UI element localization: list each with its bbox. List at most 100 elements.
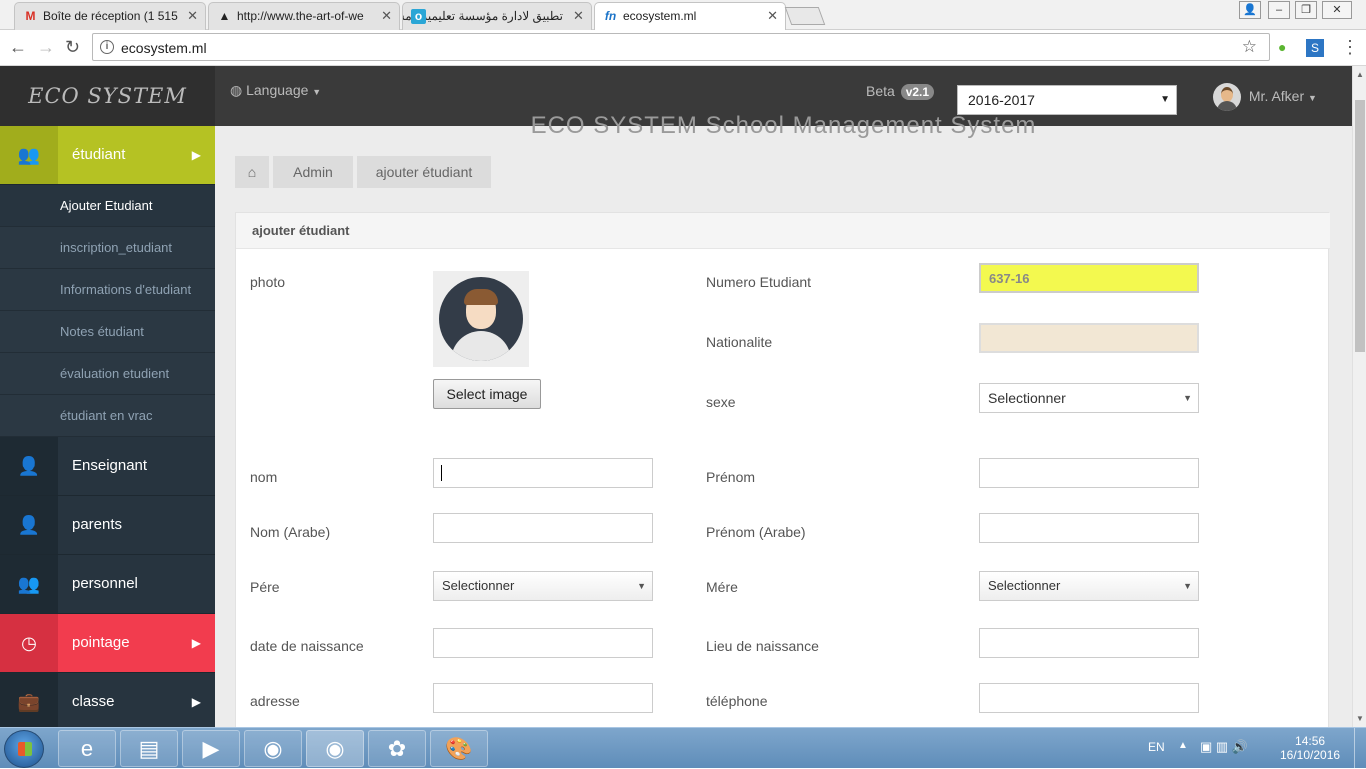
gmail-icon: M [25, 9, 36, 23]
close-icon[interactable]: ✕ [767, 3, 778, 29]
extension-icon[interactable]: ● [1278, 37, 1286, 57]
caret-down-icon: ▼ [637, 581, 646, 591]
media-player-icon[interactable]: ▶ [182, 730, 240, 767]
briefcase-icon: 💼 [0, 673, 58, 727]
nom-arabe-input[interactable] [433, 513, 653, 543]
info-icon[interactable]: i [100, 40, 114, 54]
user-name: Mr. Afker [1248, 88, 1305, 104]
sidebar-item-classe[interactable]: 💼 classe ▶ [0, 673, 215, 727]
telephone-label: téléphone [706, 693, 768, 709]
sidebar-sub-informations[interactable]: Informations d'etudiant [0, 269, 215, 311]
sidebar-sub-vrac[interactable]: étudiant en vrac [0, 395, 215, 437]
nom-label: nom [250, 469, 278, 485]
tray-expand-icon[interactable]: ▲ [1178, 740, 1188, 751]
close-icon[interactable]: ✕ [381, 3, 392, 29]
show-desktop-button[interactable] [1354, 728, 1366, 769]
paint-icon[interactable]: 🎨 [430, 730, 488, 767]
date-naissance-input[interactable] [433, 628, 653, 658]
sidebar-item-etudiant[interactable]: 👥 étudiant ▶ [0, 126, 215, 185]
back-icon[interactable]: ← [9, 37, 27, 57]
sexe-label: sexe [706, 394, 736, 410]
mere-value: Selectionner [988, 578, 1061, 593]
chevron-right-icon: ▶ [191, 695, 201, 709]
main-content: ECO SYSTEM School Management System ⌂ Ad… [215, 112, 1352, 727]
scroll-down-icon[interactable]: ▼ [1356, 714, 1364, 723]
lieu-naissance-input[interactable] [979, 628, 1199, 658]
prenom-input[interactable] [979, 458, 1199, 488]
new-tab-button[interactable] [784, 7, 826, 25]
close-window-button[interactable]: ✕ [1322, 1, 1352, 19]
sidebar-sub-ajouter-etudiant[interactable]: Ajouter Etudiant [0, 185, 215, 227]
ie-icon[interactable]: e [58, 730, 116, 767]
close-icon[interactable]: ✕ [187, 3, 198, 29]
language-menu[interactable]: ◍ Language ▼ [230, 82, 321, 99]
file-explorer-icon[interactable]: ▤ [120, 730, 178, 767]
sexe-select[interactable]: Selectionner ▼ [979, 383, 1199, 413]
sidebar-sub-notes[interactable]: Notes étudiant [0, 311, 215, 353]
close-icon[interactable]: ✕ [573, 3, 584, 29]
adresse-input[interactable] [433, 683, 653, 713]
sidebar-sub-evaluation[interactable]: évaluation etudient [0, 353, 215, 395]
year-value: 2016-2017 [968, 92, 1035, 108]
users-icon: 👥 [0, 126, 58, 184]
restore-button[interactable]: ❐ [1295, 1, 1317, 19]
pinwheel-icon[interactable]: ✿ [368, 730, 426, 767]
tab-mostaql[interactable]: o تطبيق لادارة مؤسسة تعليمية | مستقل ✕ [402, 2, 592, 30]
bookmark-star-icon[interactable]: ☆ [1242, 37, 1257, 57]
prenom-arabe-input[interactable] [979, 513, 1199, 543]
home-icon[interactable]: ⌂ [235, 156, 269, 188]
chrome-active-icon[interactable]: ◉ [306, 730, 364, 767]
sidebar-item-label: étudiant [72, 146, 126, 163]
telephone-input[interactable] [979, 683, 1199, 713]
start-button[interactable] [4, 730, 44, 768]
system-clock[interactable]: 14:56 16/10/2016 [1280, 734, 1340, 762]
select-image-button[interactable]: Select image [433, 379, 541, 409]
browser-tab-bar: M Boîte de réception (1 515 ✕ ▲ http://w… [0, 0, 1366, 31]
tab-ecosystem[interactable]: fn ecosystem.ml ✕ [594, 2, 786, 31]
reload-icon[interactable]: ↻ [65, 37, 80, 57]
breadcrumb-admin[interactable]: Admin [273, 156, 353, 188]
nom-input[interactable] [433, 458, 653, 488]
minimize-button[interactable]: – [1268, 1, 1290, 19]
numero-label: Numero Etudiant [706, 274, 812, 290]
fn-icon: fn [604, 9, 617, 23]
sidebar-item-label: pointage [72, 634, 130, 651]
scroll-thumb[interactable] [1355, 100, 1365, 352]
version-badge: v2.1 [900, 84, 935, 100]
scroll-up-icon[interactable]: ▲ [1356, 70, 1364, 79]
app-root: ECO SYSTEM ◍ Language ▼ Beta v2.1 2016-2… [0, 66, 1352, 727]
year-select[interactable]: 2016-2017 ▼ [957, 85, 1177, 115]
pere-select[interactable]: Selectionner ▼ [433, 571, 653, 601]
menu-icon[interactable]: ⋮ [1341, 37, 1359, 57]
logo[interactable]: ECO SYSTEM [0, 66, 215, 126]
extension-s-icon[interactable]: S [1306, 39, 1324, 57]
sidebar-item-parents[interactable]: 👤 parents [0, 496, 215, 555]
clock-icon: ◷ [0, 614, 58, 672]
sidebar-sub-inscription[interactable]: inscription_etudiant [0, 227, 215, 269]
language-indicator[interactable]: EN [1148, 740, 1165, 754]
mere-select[interactable]: Selectionner ▼ [979, 571, 1199, 601]
forward-icon[interactable]: → [37, 37, 55, 57]
sidebar-item-label: parents [72, 516, 123, 533]
page-scrollbar[interactable]: ▲ ▼ [1352, 66, 1366, 727]
sidebar-item-label: classe [72, 693, 115, 710]
nationalite-input[interactable] [979, 323, 1199, 353]
linux-penguin-icon: ▲ [218, 9, 231, 23]
user-menu[interactable]: Mr. Afker ▼ [1213, 80, 1317, 114]
tab-title: http://www.the-art-of-we [237, 9, 364, 23]
nom-arabe-label: Nom (Arabe) [250, 524, 331, 540]
chrome-icon[interactable]: ◉ [244, 730, 302, 767]
sidebar-item-enseignant[interactable]: 👤 Enseignant [0, 437, 215, 496]
url-text: ecosystem.ml [121, 40, 207, 56]
add-student-panel: ajouter étudiant photo Select image Nume… [235, 212, 1330, 727]
url-field[interactable]: i ecosystem.ml ☆ [92, 33, 1270, 61]
tray-icons[interactable]: ▣ ▥ 🔊 [1200, 739, 1248, 755]
numero-input[interactable]: 637-16 [979, 263, 1199, 293]
sidebar-item-pointage[interactable]: ◷ pointage ▶ [0, 614, 215, 673]
sidebar-item-personnel[interactable]: 👥 personnel [0, 555, 215, 614]
tab-gmail[interactable]: M Boîte de réception (1 515 ✕ [14, 2, 206, 30]
tab-art-of-web[interactable]: ▲ http://www.the-art-of-we ✕ [208, 2, 400, 30]
caret-down-icon: ▼ [1183, 581, 1192, 591]
chevron-right-icon: ▶ [191, 636, 201, 650]
profile-icon[interactable]: 👤 [1239, 1, 1261, 19]
